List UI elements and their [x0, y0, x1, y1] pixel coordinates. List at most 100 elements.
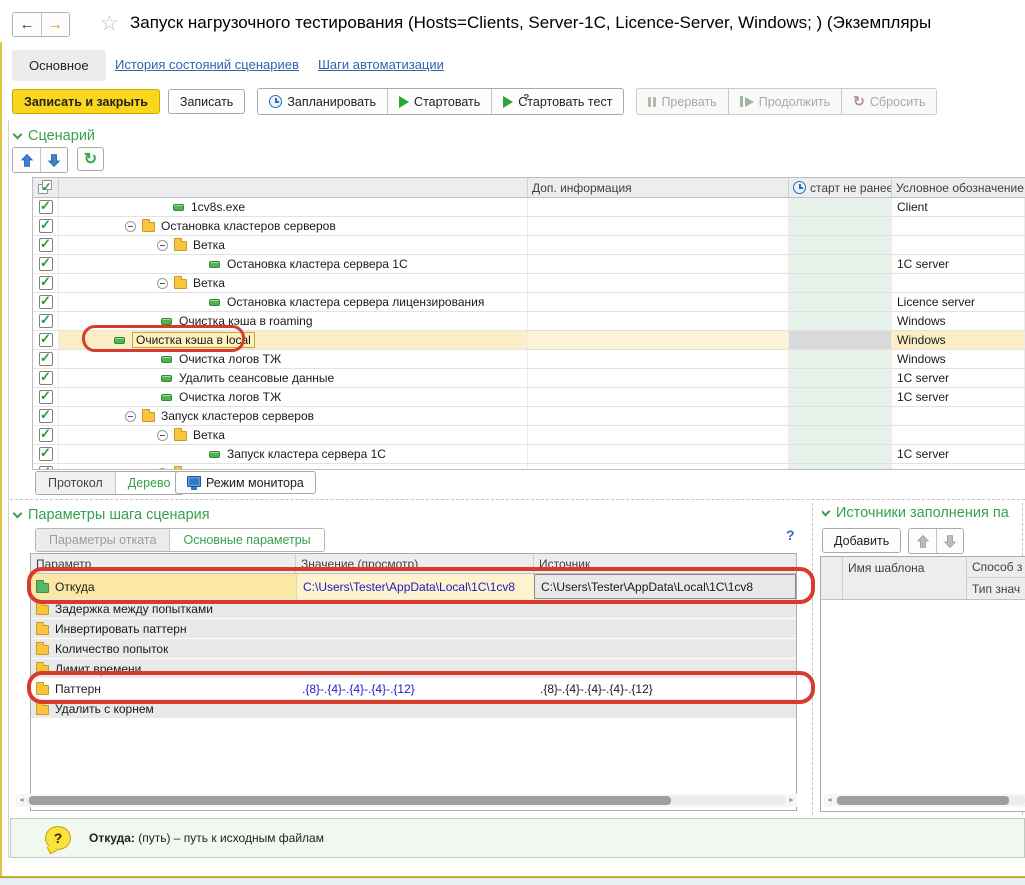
view-protocol-button[interactable]: Протокол [36, 472, 115, 494]
row-checkbox[interactable]: ✓ [33, 293, 59, 311]
interrupt-button[interactable]: Прервать [637, 89, 727, 114]
row-checkbox[interactable]: ✓ [33, 198, 59, 216]
row-label: Ветка [193, 276, 225, 290]
row-info-cell [528, 464, 789, 470]
scenario-toolbar: ↻ [12, 147, 104, 173]
param-row[interactable]: Инвертировать паттерн [31, 619, 796, 639]
view-tree-button[interactable]: Дерево [115, 472, 183, 494]
table-row[interactable]: ✓ Запуск кластера сервера 1С 1C server [33, 445, 1025, 464]
row-checkbox[interactable]: ✓ [33, 388, 59, 406]
source-column-header[interactable]: Источник [534, 554, 796, 573]
save-and-close-button[interactable]: Записать и закрыть [12, 89, 160, 114]
check-icon: ✓ [40, 353, 51, 363]
scroll-right-icon[interactable]: ► [786, 797, 797, 804]
value-type-column-header[interactable]: Тип знач [967, 578, 1025, 599]
help-link[interactable]: ? [786, 527, 795, 543]
favorite-star-icon[interactable]: ☆ [100, 11, 119, 36]
refresh-button[interactable]: ↻ [77, 147, 104, 171]
row-checkbox[interactable]: ✓ [33, 464, 59, 470]
start-column-header[interactable]: старт не ранее... [789, 178, 892, 197]
table-row[interactable]: ✓ Остановка кластера сервера 1С 1C serve… [33, 255, 1025, 274]
param-row[interactable]: Количество попыток [31, 639, 796, 659]
back-button[interactable]: ← [13, 13, 41, 36]
row-checkbox[interactable]: ✓ [33, 331, 59, 349]
add-button[interactable]: Добавить [822, 528, 901, 553]
table-row[interactable]: ✓ Очистка кэша в local Windows [33, 331, 1025, 350]
row-label: Удалить сеансовые данные [179, 371, 334, 385]
tab-scenario-history[interactable]: История состояний сценариев [115, 57, 299, 72]
param-column-header[interactable]: Параметр [31, 554, 296, 573]
row-checkbox[interactable]: ✓ [33, 255, 59, 273]
tab-main[interactable]: Основное [12, 50, 106, 81]
tab-main-params[interactable]: Основные параметры [169, 529, 323, 551]
panel-splitter[interactable] [812, 503, 813, 815]
table-row[interactable]: ✓ Ветка [33, 426, 1025, 445]
template-name-column-header[interactable]: Имя шаблона [843, 557, 967, 599]
check-icon: ✓ [40, 239, 51, 249]
scroll-left-icon[interactable]: ◄ [824, 797, 835, 804]
collapse-expander-icon[interactable] [157, 240, 168, 251]
row-checkbox[interactable]: ✓ [33, 217, 59, 235]
collapse-expander-icon[interactable] [125, 221, 136, 232]
scrollbar-thumb[interactable] [29, 796, 671, 805]
param-row[interactable]: Задержка между попытками [31, 599, 796, 619]
table-row[interactable]: ✓ Ветка [33, 274, 1025, 293]
collapse-expander-icon[interactable] [125, 411, 136, 422]
move-up-button-disabled[interactable] [909, 529, 936, 553]
param-name-cell: Задержка между попытками [31, 599, 296, 618]
row-checkbox[interactable]: ✓ [33, 445, 59, 463]
collapse-expander-icon[interactable] [157, 468, 168, 471]
row-checkbox[interactable]: ✓ [33, 236, 59, 254]
table-row[interactable]: ✓ Остановка кластеров серверов [33, 217, 1025, 236]
row-checkbox[interactable]: ✓ [33, 407, 59, 425]
table-row[interactable]: ✓ Запуск кластеров серверов [33, 407, 1025, 426]
table-row[interactable]: ✓ [33, 464, 1025, 470]
reset-button[interactable]: ↻ Сбросить [841, 89, 936, 114]
select-all-header[interactable]: ✓ [33, 178, 59, 197]
step-params-section-header[interactable]: Параметры шага сценария [14, 507, 210, 523]
collapse-expander-icon[interactable] [157, 430, 168, 441]
table-row[interactable]: ✓ Удалить сеансовые данные 1C server [33, 369, 1025, 388]
tab-automation-steps[interactable]: Шаги автоматизации [318, 57, 444, 72]
start-test-button[interactable]: ? Стартовать тест [491, 89, 623, 114]
collapse-expander-icon[interactable] [157, 278, 168, 289]
move-down-button-disabled[interactable] [936, 529, 963, 553]
param-row[interactable]: Откуда C:\Users\Tester\AppData\Local\1C\… [31, 574, 796, 599]
table-row[interactable]: ✓ Очистка логов ТЖ Windows [33, 350, 1025, 369]
forward-button[interactable]: → [41, 13, 69, 36]
schedule-button[interactable]: Запланировать [258, 89, 387, 114]
param-row[interactable]: Лимит времени [31, 659, 796, 679]
scrollbar-thumb[interactable] [837, 796, 1009, 805]
param-row[interactable]: Паттерн .{8}-.{4}-.{4}-.{4}-.{12} .{8}-.… [31, 679, 796, 699]
param-folder-icon [36, 665, 49, 675]
row-checkbox[interactable]: ✓ [33, 312, 59, 330]
fill-sources-section-header[interactable]: Источники заполнения па [822, 505, 1022, 521]
table-row[interactable]: ✓ Остановка кластера сервера лицензирова… [33, 293, 1025, 312]
table-row[interactable]: ✓ Очистка логов ТЖ 1C server [33, 388, 1025, 407]
scenario-section-header[interactable]: Сценарий [14, 128, 95, 144]
scroll-left-icon[interactable]: ◄ [16, 797, 27, 804]
param-row[interactable]: Удалить с корнем [31, 699, 796, 719]
tab-rollback-params[interactable]: Параметры отката [36, 529, 169, 551]
move-up-button[interactable] [13, 148, 40, 172]
info-column-header[interactable]: Доп. информация [528, 178, 789, 197]
params-hscrollbar[interactable]: ◄ ► [16, 794, 797, 807]
legend-column-header[interactable]: Условное обозначение ед [892, 178, 1025, 197]
move-down-button[interactable] [40, 148, 67, 172]
row-checkbox[interactable]: ✓ [33, 350, 59, 368]
continue-button[interactable]: Продолжить [728, 89, 841, 114]
name-column-header[interactable] [59, 178, 528, 197]
table-row[interactable]: ✓ 1cv8s.exe Client [33, 198, 1025, 217]
row-checkbox[interactable]: ✓ [33, 274, 59, 292]
save-button[interactable]: Записать [168, 89, 245, 114]
method-column-header[interactable]: Способ з [967, 557, 1025, 578]
start-button[interactable]: Стартовать [387, 89, 491, 114]
row-checkbox[interactable]: ✓ [33, 426, 59, 444]
table-row[interactable]: ✓ Ветка [33, 236, 1025, 255]
fill-sources-arrows [908, 528, 964, 554]
monitor-mode-button[interactable]: Режим монитора [175, 471, 316, 494]
fill-sources-hscrollbar[interactable]: ◄ [824, 794, 1025, 807]
value-column-header[interactable]: Значение (просмотр) [296, 554, 534, 573]
table-row[interactable]: ✓ Очистка кэша в roaming Windows [33, 312, 1025, 331]
row-checkbox[interactable]: ✓ [33, 369, 59, 387]
